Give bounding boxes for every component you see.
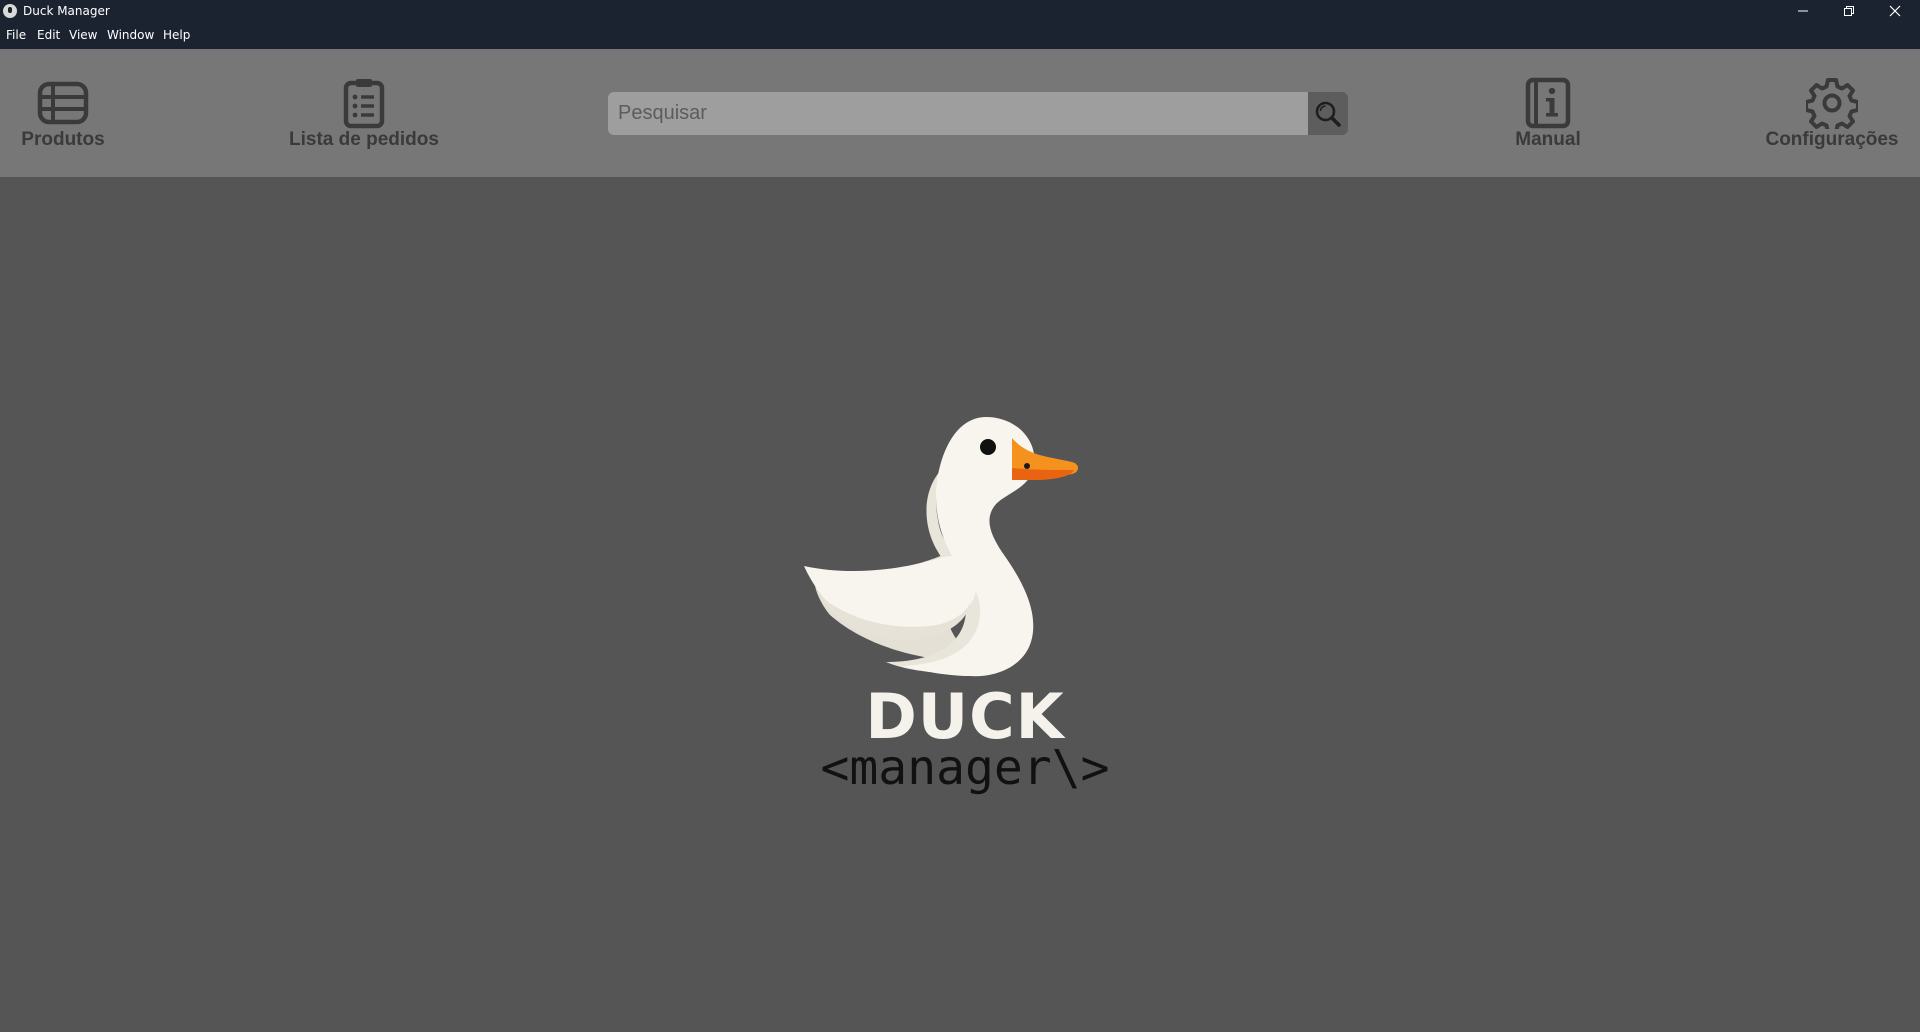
lista-pedidos-button[interactable]: Lista de pedidos	[286, 49, 442, 177]
restore-button[interactable]	[1826, 0, 1872, 22]
duck-app-icon	[3, 4, 17, 18]
lista-pedidos-label: Lista de pedidos	[289, 129, 439, 150]
restore-icon	[1844, 6, 1854, 16]
manual-button[interactable]: Manual	[1510, 49, 1586, 177]
close-icon	[1889, 5, 1901, 17]
clipboard-list-icon	[338, 77, 390, 129]
search-bar	[608, 92, 1348, 135]
table-list-icon	[37, 77, 89, 129]
produtos-label: Produtos	[21, 129, 105, 150]
minimize-button[interactable]	[1780, 0, 1826, 22]
menu-file[interactable]: File	[6, 28, 26, 42]
configuracoes-label: Configurações	[1765, 129, 1899, 150]
minimize-icon	[1798, 10, 1808, 12]
duck-manager-logo: DUCK <manager\>	[790, 400, 1140, 810]
menu-edit[interactable]: Edit	[37, 28, 60, 42]
logo-subtitle: <manager\>	[820, 740, 1110, 796]
duck-logo-icon	[804, 417, 1078, 677]
produtos-button[interactable]: Produtos	[10, 49, 116, 177]
configuracoes-button[interactable]: Configurações	[1760, 49, 1904, 177]
close-button[interactable]	[1872, 0, 1918, 22]
info-book-icon	[1522, 77, 1574, 129]
title-bar: Duck Manager	[0, 0, 1920, 22]
menu-help[interactable]: Help	[163, 28, 190, 42]
search-input[interactable]	[608, 92, 1308, 135]
gear-icon	[1806, 77, 1858, 129]
menu-view[interactable]: View	[69, 28, 97, 42]
search-button[interactable]	[1308, 92, 1348, 135]
manual-label: Manual	[1515, 129, 1581, 150]
window-title: Duck Manager	[23, 4, 110, 18]
menu-window[interactable]: Window	[107, 28, 154, 42]
menu-bar: File Edit View Window Help	[0, 22, 1920, 49]
search-icon	[1315, 101, 1341, 127]
